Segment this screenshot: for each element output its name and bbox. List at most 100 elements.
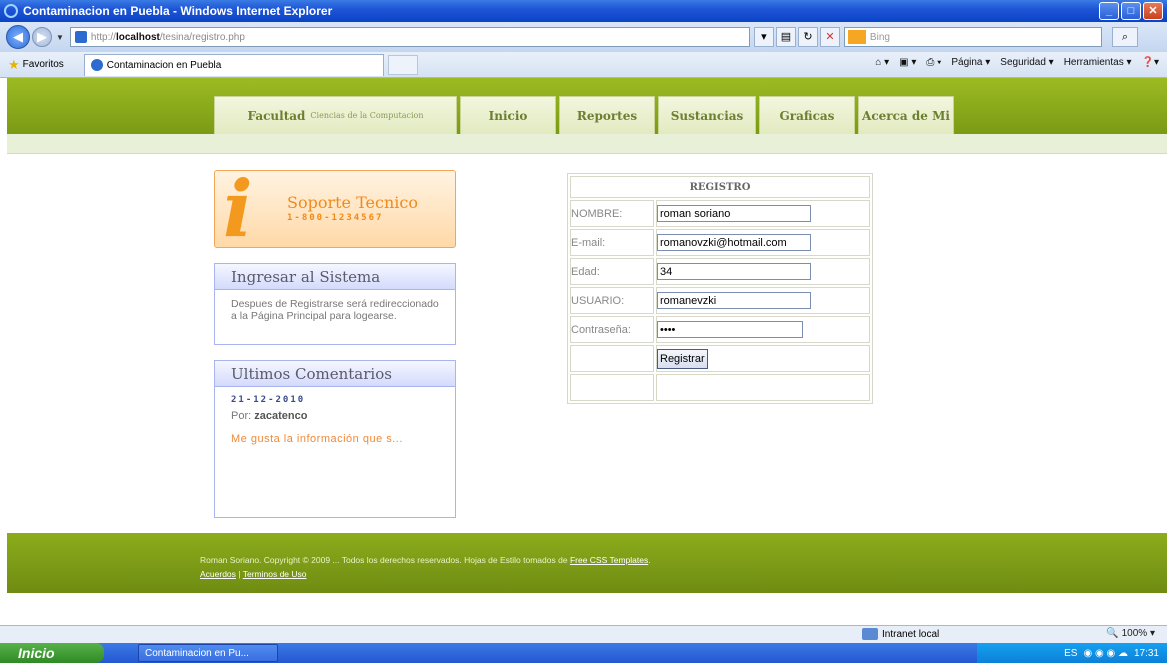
window-title: Contaminacion en Puebla - Windows Intern… bbox=[23, 4, 333, 18]
empty-cell bbox=[570, 374, 654, 401]
nav-facultad-sub: Ciencias de la Computacion bbox=[310, 111, 424, 120]
nav-facultad-label: Facultad bbox=[247, 108, 306, 123]
command-bar: ⌂ ▾ ▣ ▾ ⎙ ▾ Página ▾ Seguridad ▾ Herrami… bbox=[875, 57, 1159, 68]
page-menu[interactable]: Página ▾ bbox=[951, 57, 990, 68]
comments-box: Ultimos Comentarios 21-12-2010 Por: zaca… bbox=[214, 360, 456, 518]
footer-separator: | bbox=[238, 569, 241, 579]
nombre-field[interactable] bbox=[657, 205, 811, 222]
nav-inicio[interactable]: Inicio bbox=[460, 96, 556, 134]
start-button[interactable]: Inicio bbox=[0, 643, 104, 663]
registration-form: REGISTRO NOMBRE: E-mail: Edad: USUARIO: … bbox=[567, 173, 873, 404]
url-prefix: http:// bbox=[90, 31, 116, 43]
acuerdos-link[interactable]: Acuerdos bbox=[200, 569, 236, 579]
header-subbar bbox=[7, 134, 1167, 154]
comments-box-title: Ultimos Comentarios bbox=[215, 361, 455, 387]
history-dropdown-icon[interactable]: ▼ bbox=[56, 33, 64, 42]
tray-icons[interactable]: ◉ ◉ ◉ ☁ bbox=[1083, 648, 1128, 659]
refresh-icon[interactable]: ↻ bbox=[797, 27, 818, 47]
address-input[interactable]: http://localhost/tesina/registro.php bbox=[69, 27, 750, 47]
nav-graficas[interactable]: Graficas bbox=[759, 96, 855, 134]
comment-author-name: zacatenco bbox=[254, 410, 308, 422]
intranet-icon bbox=[862, 628, 878, 640]
tools-menu[interactable]: Herramientas ▾ bbox=[1064, 57, 1132, 68]
password-field[interactable] bbox=[657, 321, 803, 338]
zone-label: Intranet local bbox=[882, 628, 940, 640]
info-icon: i bbox=[223, 164, 253, 255]
tab-title: Contaminacion en Puebla bbox=[106, 59, 222, 71]
search-input[interactable]: Bing bbox=[843, 27, 1102, 47]
comment-author-label: Por: bbox=[231, 410, 252, 422]
site-footer: Roman Soriano. Copyright © 2009 ... Todo… bbox=[7, 533, 1167, 593]
security-menu[interactable]: Seguridad ▾ bbox=[1000, 57, 1053, 68]
taskbar-item-label: Contaminacion en Pu... bbox=[145, 647, 249, 659]
nav-acerca[interactable]: Acerca de Mi bbox=[858, 96, 954, 134]
language-indicator[interactable]: ES bbox=[1064, 648, 1077, 659]
edad-label: Edad: bbox=[570, 258, 654, 285]
page-icon bbox=[74, 31, 87, 43]
zoom-value: 100% bbox=[1121, 628, 1148, 639]
support-phone: 1-800-1234567 bbox=[287, 213, 384, 223]
system-tray: ES ◉ ◉ ◉ ☁ 17:31 bbox=[977, 643, 1167, 663]
stop-icon[interactable]: ✕ bbox=[819, 27, 840, 47]
login-box-text: Despues de Registrarse será redirecciona… bbox=[231, 298, 439, 322]
favorites-star-icon[interactable]: ★ bbox=[8, 57, 20, 73]
url-path: /tesina/registro.php bbox=[159, 31, 245, 43]
nav-facultad[interactable]: Facultad Ciencias de la Computacion bbox=[214, 96, 457, 134]
compatibility-icon[interactable]: ▤ bbox=[775, 27, 796, 47]
home-icon[interactable]: ⌂ ▾ bbox=[875, 57, 889, 68]
clock[interactable]: 17:31 bbox=[1134, 648, 1159, 659]
tab-ie-icon bbox=[90, 59, 103, 71]
zoom-level[interactable]: 🔍 100% ▾ bbox=[1106, 628, 1155, 639]
taskbar-item-ie[interactable]: Contaminacion en Pu... bbox=[138, 644, 278, 662]
maximize-button[interactable]: □ bbox=[1121, 2, 1141, 20]
site-header: Facultad Ciencias de la Computacion Inic… bbox=[7, 78, 1167, 134]
registrar-button[interactable]: Registrar bbox=[657, 348, 708, 369]
window-titlebar: Contaminacion en Puebla - Windows Intern… bbox=[0, 0, 1167, 22]
address-dropdown-icon[interactable]: ▾ bbox=[753, 27, 774, 47]
nombre-label: NOMBRE: bbox=[570, 200, 654, 227]
empty-cell bbox=[656, 374, 870, 401]
comment-date: 21-12-2010 bbox=[231, 395, 306, 405]
browser-tab[interactable]: Contaminacion en Puebla bbox=[83, 53, 384, 76]
search-icon[interactable]: ⌕ bbox=[1111, 27, 1138, 47]
security-zone[interactable]: Intranet local bbox=[862, 628, 939, 640]
bing-icon bbox=[847, 30, 866, 44]
edad-field[interactable] bbox=[657, 263, 811, 280]
email-label: E-mail: bbox=[570, 229, 654, 256]
print-icon[interactable]: ⎙ ▾ bbox=[926, 57, 941, 68]
empty-cell bbox=[570, 345, 654, 372]
terminos-link[interactable]: Terminos de Uso bbox=[243, 569, 307, 579]
free-css-templates-link[interactable]: Free CSS Templates bbox=[570, 555, 648, 565]
minimize-button[interactable]: _ bbox=[1099, 2, 1119, 20]
close-button[interactable]: ✕ bbox=[1143, 2, 1163, 20]
ie-logo-icon bbox=[4, 4, 18, 18]
help-icon[interactable]: ❓▾ bbox=[1142, 57, 1159, 68]
address-bar-row: ◀ ▶ ▼ http://localhost/tesina/registro.p… bbox=[0, 22, 1167, 52]
site-nav: Facultad Ciencias de la Computacion Inic… bbox=[214, 96, 954, 134]
footer-copyright: Roman Soriano. Copyright © 2009 ... Todo… bbox=[200, 555, 568, 565]
web-page: Facultad Ciencias de la Computacion Inic… bbox=[7, 78, 1167, 625]
login-box-title: Ingresar al Sistema bbox=[215, 264, 455, 290]
nav-sustancias[interactable]: Sustancias bbox=[658, 96, 756, 134]
support-title: Soporte Tecnico bbox=[287, 193, 418, 212]
footer-text: Roman Soriano. Copyright © 2009 ... Todo… bbox=[200, 555, 651, 579]
favorites-button[interactable]: Favoritos bbox=[23, 59, 64, 70]
search-placeholder: Bing bbox=[869, 31, 890, 43]
comment-author: Por: zacatenco bbox=[215, 405, 455, 422]
usuario-label: USUARIO: bbox=[570, 287, 654, 314]
status-bar: Intranet local 🔍 100% ▾ bbox=[0, 625, 1167, 643]
nav-reportes[interactable]: Reportes bbox=[559, 96, 655, 134]
feeds-icon[interactable]: ▣ ▾ bbox=[899, 57, 916, 68]
password-label: Contraseña: bbox=[570, 316, 654, 343]
login-info-box: Ingresar al Sistema Despues de Registrar… bbox=[214, 263, 456, 345]
new-tab-button[interactable] bbox=[387, 54, 418, 75]
forward-button[interactable]: ▶ bbox=[32, 27, 52, 47]
url-host: localhost bbox=[115, 31, 160, 43]
support-banner: i Soporte Tecnico 1-800-1234567 bbox=[214, 164, 456, 255]
usuario-field[interactable] bbox=[657, 292, 811, 309]
email-field[interactable] bbox=[657, 234, 811, 251]
comment-text[interactable]: Me gusta la información que s... bbox=[215, 422, 455, 448]
taskbar: Inicio Contaminacion en Pu... ES ◉ ◉ ◉ ☁… bbox=[0, 643, 1167, 663]
back-button[interactable]: ◀ bbox=[6, 25, 30, 49]
registration-heading: REGISTRO bbox=[570, 176, 870, 198]
